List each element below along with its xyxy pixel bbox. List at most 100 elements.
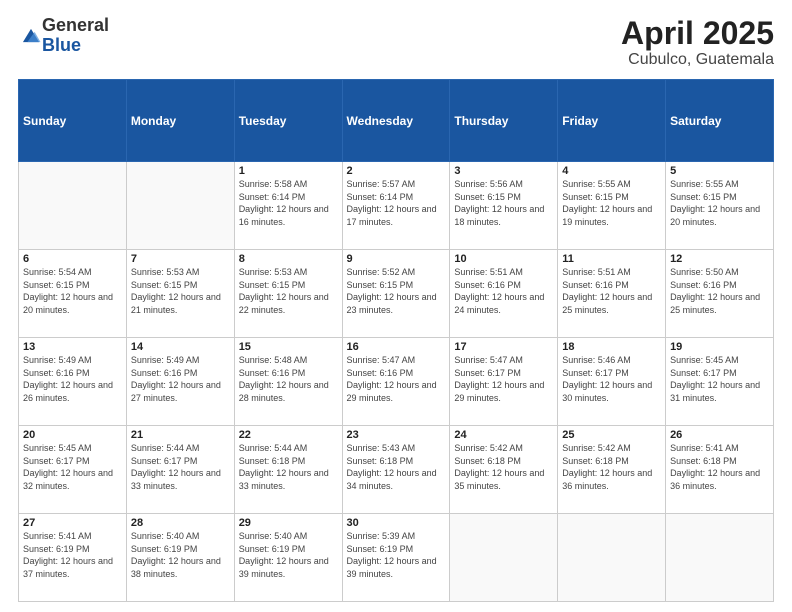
day-info: Sunrise: 5:49 AMSunset: 6:16 PMDaylight:… <box>131 354 230 404</box>
table-row: 5Sunrise: 5:55 AMSunset: 6:15 PMDaylight… <box>666 162 774 250</box>
day-number: 6 <box>23 253 122 265</box>
calendar-week-row: 20Sunrise: 5:45 AMSunset: 6:17 PMDayligh… <box>19 426 774 514</box>
day-number: 15 <box>239 341 338 353</box>
table-row: 10Sunrise: 5:51 AMSunset: 6:16 PMDayligh… <box>450 250 558 338</box>
table-row: 17Sunrise: 5:47 AMSunset: 6:17 PMDayligh… <box>450 338 558 426</box>
table-row: 22Sunrise: 5:44 AMSunset: 6:18 PMDayligh… <box>234 426 342 514</box>
table-row <box>126 162 234 250</box>
calendar-week-row: 1Sunrise: 5:58 AMSunset: 6:14 PMDaylight… <box>19 162 774 250</box>
page: General Blue April 2025 Cubulco, Guatema… <box>0 0 792 612</box>
day-number: 16 <box>347 341 446 353</box>
day-number: 5 <box>670 165 769 177</box>
table-row: 9Sunrise: 5:52 AMSunset: 6:15 PMDaylight… <box>342 250 450 338</box>
day-number: 1 <box>239 165 338 177</box>
table-row: 28Sunrise: 5:40 AMSunset: 6:19 PMDayligh… <box>126 514 234 602</box>
day-info: Sunrise: 5:44 AMSunset: 6:18 PMDaylight:… <box>239 442 338 492</box>
day-number: 18 <box>562 341 661 353</box>
calendar-week-row: 6Sunrise: 5:54 AMSunset: 6:15 PMDaylight… <box>19 250 774 338</box>
table-row <box>666 514 774 602</box>
day-info: Sunrise: 5:51 AMSunset: 6:16 PMDaylight:… <box>454 266 553 316</box>
day-number: 17 <box>454 341 553 353</box>
day-info: Sunrise: 5:53 AMSunset: 6:15 PMDaylight:… <box>239 266 338 316</box>
day-number: 3 <box>454 165 553 177</box>
header: General Blue April 2025 Cubulco, Guatema… <box>18 16 774 69</box>
day-info: Sunrise: 5:46 AMSunset: 6:17 PMDaylight:… <box>562 354 661 404</box>
calendar-table: Sunday Monday Tuesday Wednesday Thursday… <box>18 79 774 602</box>
day-number: 11 <box>562 253 661 265</box>
day-info: Sunrise: 5:53 AMSunset: 6:15 PMDaylight:… <box>131 266 230 316</box>
table-row: 11Sunrise: 5:51 AMSunset: 6:16 PMDayligh… <box>558 250 666 338</box>
table-row: 8Sunrise: 5:53 AMSunset: 6:15 PMDaylight… <box>234 250 342 338</box>
table-row: 19Sunrise: 5:45 AMSunset: 6:17 PMDayligh… <box>666 338 774 426</box>
table-row: 25Sunrise: 5:42 AMSunset: 6:18 PMDayligh… <box>558 426 666 514</box>
table-row <box>19 162 127 250</box>
day-info: Sunrise: 5:45 AMSunset: 6:17 PMDaylight:… <box>23 442 122 492</box>
logo: General Blue <box>18 16 109 56</box>
day-number: 14 <box>131 341 230 353</box>
day-number: 20 <box>23 429 122 441</box>
col-wednesday: Wednesday <box>342 80 450 162</box>
calendar-subtitle: Cubulco, Guatemala <box>621 51 774 69</box>
table-row: 7Sunrise: 5:53 AMSunset: 6:15 PMDaylight… <box>126 250 234 338</box>
day-info: Sunrise: 5:49 AMSunset: 6:16 PMDaylight:… <box>23 354 122 404</box>
day-info: Sunrise: 5:55 AMSunset: 6:15 PMDaylight:… <box>670 178 769 228</box>
table-row: 14Sunrise: 5:49 AMSunset: 6:16 PMDayligh… <box>126 338 234 426</box>
col-saturday: Saturday <box>666 80 774 162</box>
table-row: 23Sunrise: 5:43 AMSunset: 6:18 PMDayligh… <box>342 426 450 514</box>
day-info: Sunrise: 5:48 AMSunset: 6:16 PMDaylight:… <box>239 354 338 404</box>
day-number: 23 <box>347 429 446 441</box>
table-row: 30Sunrise: 5:39 AMSunset: 6:19 PMDayligh… <box>342 514 450 602</box>
day-number: 25 <box>562 429 661 441</box>
col-tuesday: Tuesday <box>234 80 342 162</box>
calendar-week-row: 27Sunrise: 5:41 AMSunset: 6:19 PMDayligh… <box>19 514 774 602</box>
day-number: 19 <box>670 341 769 353</box>
day-info: Sunrise: 5:39 AMSunset: 6:19 PMDaylight:… <box>347 530 446 580</box>
table-row: 29Sunrise: 5:40 AMSunset: 6:19 PMDayligh… <box>234 514 342 602</box>
day-number: 8 <box>239 253 338 265</box>
table-row: 18Sunrise: 5:46 AMSunset: 6:17 PMDayligh… <box>558 338 666 426</box>
logo-blue: Blue <box>42 36 109 56</box>
day-info: Sunrise: 5:45 AMSunset: 6:17 PMDaylight:… <box>670 354 769 404</box>
table-row: 12Sunrise: 5:50 AMSunset: 6:16 PMDayligh… <box>666 250 774 338</box>
logo-text: General Blue <box>42 16 109 56</box>
table-row: 15Sunrise: 5:48 AMSunset: 6:16 PMDayligh… <box>234 338 342 426</box>
table-row: 20Sunrise: 5:45 AMSunset: 6:17 PMDayligh… <box>19 426 127 514</box>
day-info: Sunrise: 5:51 AMSunset: 6:16 PMDaylight:… <box>562 266 661 316</box>
day-info: Sunrise: 5:40 AMSunset: 6:19 PMDaylight:… <box>239 530 338 580</box>
calendar-title: April 2025 <box>621 16 774 51</box>
day-info: Sunrise: 5:47 AMSunset: 6:17 PMDaylight:… <box>454 354 553 404</box>
day-number: 22 <box>239 429 338 441</box>
table-row: 1Sunrise: 5:58 AMSunset: 6:14 PMDaylight… <box>234 162 342 250</box>
table-row: 2Sunrise: 5:57 AMSunset: 6:14 PMDaylight… <box>342 162 450 250</box>
table-row: 6Sunrise: 5:54 AMSunset: 6:15 PMDaylight… <box>19 250 127 338</box>
table-row <box>450 514 558 602</box>
table-row: 3Sunrise: 5:56 AMSunset: 6:15 PMDaylight… <box>450 162 558 250</box>
day-number: 4 <box>562 165 661 177</box>
day-number: 29 <box>239 517 338 529</box>
day-number: 24 <box>454 429 553 441</box>
table-row: 24Sunrise: 5:42 AMSunset: 6:18 PMDayligh… <box>450 426 558 514</box>
day-number: 2 <box>347 165 446 177</box>
calendar-header-row: Sunday Monday Tuesday Wednesday Thursday… <box>19 80 774 162</box>
day-info: Sunrise: 5:41 AMSunset: 6:18 PMDaylight:… <box>670 442 769 492</box>
day-info: Sunrise: 5:42 AMSunset: 6:18 PMDaylight:… <box>562 442 661 492</box>
calendar-week-row: 13Sunrise: 5:49 AMSunset: 6:16 PMDayligh… <box>19 338 774 426</box>
day-number: 13 <box>23 341 122 353</box>
day-info: Sunrise: 5:50 AMSunset: 6:16 PMDaylight:… <box>670 266 769 316</box>
day-info: Sunrise: 5:41 AMSunset: 6:19 PMDaylight:… <box>23 530 122 580</box>
day-info: Sunrise: 5:57 AMSunset: 6:14 PMDaylight:… <box>347 178 446 228</box>
day-number: 28 <box>131 517 230 529</box>
day-info: Sunrise: 5:44 AMSunset: 6:17 PMDaylight:… <box>131 442 230 492</box>
col-friday: Friday <box>558 80 666 162</box>
day-number: 7 <box>131 253 230 265</box>
table-row: 13Sunrise: 5:49 AMSunset: 6:16 PMDayligh… <box>19 338 127 426</box>
day-info: Sunrise: 5:42 AMSunset: 6:18 PMDaylight:… <box>454 442 553 492</box>
logo-general: General <box>42 16 109 36</box>
table-row: 27Sunrise: 5:41 AMSunset: 6:19 PMDayligh… <box>19 514 127 602</box>
day-number: 30 <box>347 517 446 529</box>
day-number: 10 <box>454 253 553 265</box>
col-monday: Monday <box>126 80 234 162</box>
day-number: 9 <box>347 253 446 265</box>
day-info: Sunrise: 5:43 AMSunset: 6:18 PMDaylight:… <box>347 442 446 492</box>
table-row: 21Sunrise: 5:44 AMSunset: 6:17 PMDayligh… <box>126 426 234 514</box>
